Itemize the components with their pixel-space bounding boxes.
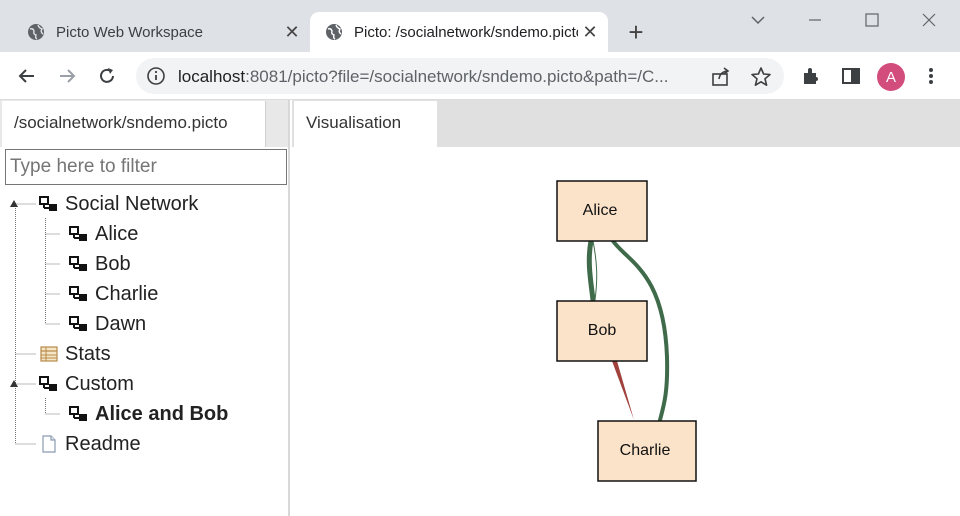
- browser-tab-picto[interactable]: Picto: /socialnetwork/sndemo.picto ✕: [310, 12, 608, 52]
- tree-item-label: Charlie: [95, 282, 159, 305]
- browser-tab-workspace[interactable]: Picto Web Workspace ✕: [15, 12, 310, 52]
- browser-tab-title: Picto: /socialnetwork/sndemo.picto: [354, 23, 578, 41]
- browser-toolbar: localhost:8081/picto?file=/socialnetwork…: [0, 52, 960, 100]
- graph-node-charlie[interactable]: Charlie: [597, 420, 697, 482]
- close-tab-icon[interactable]: ✕: [280, 20, 304, 44]
- filter-input[interactable]: [5, 149, 287, 185]
- graph-node-label: Alice: [583, 202, 618, 219]
- view-icon: [69, 406, 87, 421]
- right-tab-bar: Visualisation: [292, 100, 960, 147]
- picto-app: /socialnetwork/sndemo.picto Type here to…: [0, 100, 960, 516]
- view-icon: [69, 316, 87, 331]
- graph-edge-bob-charlie[interactable]: [612, 361, 634, 420]
- tree-item-stats[interactable]: Stats: [39, 339, 111, 369]
- profile-avatar[interactable]: A: [877, 63, 905, 91]
- globe-icon: [28, 24, 44, 40]
- view-icon: [39, 376, 57, 391]
- tree-item-label: Readme: [65, 432, 141, 455]
- tree-item-label: Stats: [65, 342, 111, 365]
- new-tab-button[interactable]: +: [622, 18, 650, 46]
- back-icon[interactable]: [13, 62, 41, 90]
- tree-item-alice-and-bob[interactable]: Alice and Bob: [69, 399, 228, 429]
- tree-item-label: Social Network: [65, 192, 199, 215]
- tree-item-bob[interactable]: Bob: [69, 249, 131, 279]
- social-network-graph: Alice Bob Charlie: [556, 180, 697, 482]
- expand-toggle-icon[interactable]: [10, 200, 18, 207]
- graph-node-bob[interactable]: Bob: [556, 300, 648, 362]
- url-host: localhost: [178, 67, 246, 86]
- close-window-icon[interactable]: [915, 6, 943, 34]
- graph-node-label: Charlie: [620, 442, 671, 459]
- share-icon[interactable]: [710, 66, 732, 88]
- tree-item-custom[interactable]: Custom: [39, 369, 134, 399]
- graph-node-label: Bob: [588, 322, 617, 339]
- minimize-icon[interactable]: [801, 6, 829, 34]
- tree-item-label: Dawn: [95, 312, 147, 335]
- view-icon: [69, 256, 87, 271]
- visualisation-panel: Visualisation Alice Bob Charlie: [292, 100, 960, 516]
- tree-connector-lines: [15, 203, 60, 445]
- side-panel-icon[interactable]: [837, 62, 865, 90]
- graph-node-alice[interactable]: Alice: [556, 180, 648, 242]
- more-menu-icon[interactable]: [917, 62, 945, 90]
- graph-edge-alice-bob[interactable]: [586, 238, 596, 303]
- tree-item-charlie[interactable]: Charlie: [69, 279, 158, 309]
- view-icon: [69, 226, 87, 241]
- tree-item-label: Bob: [95, 252, 131, 275]
- address-bar[interactable]: localhost:8081/picto?file=/socialnetwork…: [136, 58, 784, 94]
- extensions-icon[interactable]: [797, 62, 825, 90]
- navigation-panel: /socialnetwork/sndemo.picto Type here to…: [0, 100, 290, 516]
- url-path: :8081/picto?file=/socialnetwork/sndemo.p…: [245, 67, 669, 86]
- tree-item-label: Alice: [95, 222, 139, 245]
- url-text: localhost:8081/picto?file=/socialnetwork…: [178, 67, 698, 87]
- tree-item-alice[interactable]: Alice: [69, 219, 138, 249]
- browser-tab-strip: Picto Web Workspace ✕ Picto: /socialnetw…: [0, 0, 960, 52]
- tree-item-readme[interactable]: Readme: [39, 429, 141, 459]
- left-tab-bar: /socialnetwork/sndemo.picto: [0, 100, 288, 147]
- forward-icon[interactable]: [53, 62, 81, 90]
- reload-icon[interactable]: [93, 62, 121, 90]
- table-icon: [40, 346, 58, 362]
- document-icon: [42, 435, 56, 453]
- expand-toggle-icon[interactable]: [10, 380, 18, 387]
- view-icon: [69, 286, 87, 301]
- tree-item-label: Alice and Bob: [95, 402, 229, 425]
- tree-item-label: Custom: [65, 372, 134, 395]
- tab-search-icon[interactable]: [744, 6, 772, 34]
- tab-visualisation[interactable]: Visualisation: [294, 101, 437, 147]
- view-icon: [39, 196, 57, 211]
- globe-icon: [326, 24, 342, 40]
- tree-item-social-network[interactable]: Social Network: [39, 189, 198, 219]
- close-tab-icon[interactable]: ✕: [578, 20, 602, 44]
- site-info-icon[interactable]: [146, 66, 166, 86]
- tree-item-dawn[interactable]: Dawn: [69, 309, 146, 339]
- file-tab[interactable]: /socialnetwork/sndemo.picto: [2, 101, 266, 147]
- browser-tab-title: Picto Web Workspace: [56, 23, 204, 41]
- maximize-icon[interactable]: [858, 6, 886, 34]
- bookmark-star-icon[interactable]: [750, 66, 772, 88]
